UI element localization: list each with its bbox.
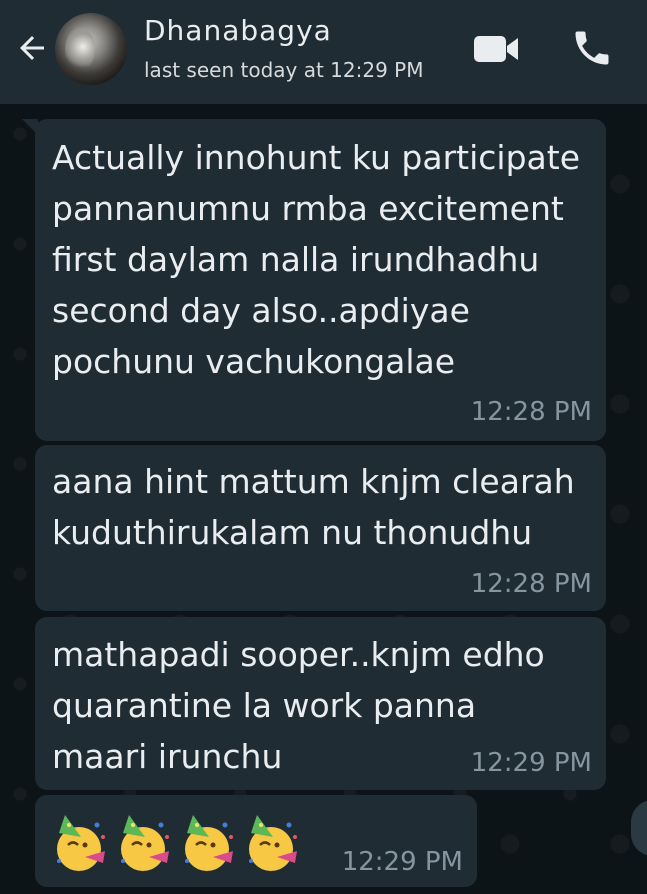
voice-call-button[interactable] bbox=[570, 26, 614, 70]
message-bubble[interactable]: mathapadi sooper..knjm edho quarantine l… bbox=[35, 617, 606, 790]
contact-avatar[interactable] bbox=[55, 13, 127, 85]
message-bubble[interactable]: aana hint mattum knjm clearah kuduthiruk… bbox=[35, 445, 606, 611]
video-camera-icon bbox=[474, 36, 518, 62]
party-face-emoji bbox=[249, 815, 297, 871]
message-time: 12:29 PM bbox=[470, 748, 592, 778]
scroll-to-bottom-button[interactable] bbox=[631, 800, 647, 856]
back-button[interactable] bbox=[14, 30, 50, 66]
phone-icon bbox=[575, 31, 609, 65]
video-call-button[interactable] bbox=[472, 32, 520, 66]
arrow-left-icon bbox=[20, 36, 44, 60]
emoji-row bbox=[51, 811, 303, 875]
party-face-emoji bbox=[57, 815, 105, 871]
message-text: aana hint mattum knjm clearah kuduthiruk… bbox=[52, 462, 586, 552]
message-time: 12:28 PM bbox=[470, 397, 592, 427]
message-text: Actually innohunt ku participate pannanu… bbox=[52, 138, 591, 381]
contact-name[interactable]: Dhanabagya bbox=[144, 14, 332, 47]
message-list[interactable]: Actually innohunt ku participate pannanu… bbox=[0, 104, 647, 894]
message-time: 12:29 PM bbox=[341, 847, 463, 877]
last-seen-status: last seen today at 12:29 PM bbox=[144, 58, 424, 82]
emoji-message-bubble[interactable]: 12:29 PM bbox=[35, 795, 477, 887]
party-face-emoji bbox=[121, 815, 169, 871]
party-face-emoji bbox=[185, 815, 233, 871]
message-bubble[interactable]: Actually innohunt ku participate pannanu… bbox=[35, 119, 606, 441]
message-time: 12:28 PM bbox=[470, 569, 592, 599]
chat-header: Dhanabagya last seen today at 12:29 PM bbox=[0, 0, 647, 104]
